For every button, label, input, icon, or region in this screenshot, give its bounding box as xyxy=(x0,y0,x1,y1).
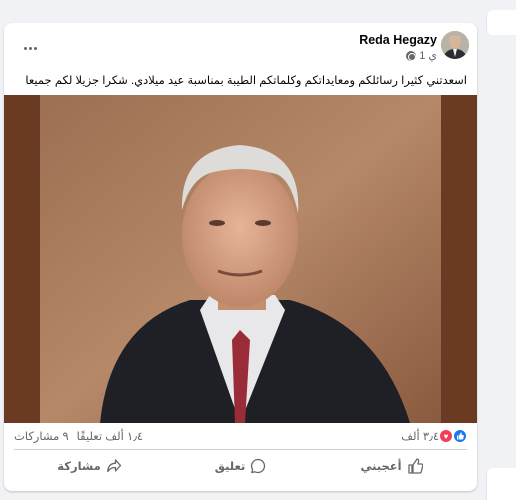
post-actions: أعجبني تعليق مشاركة xyxy=(14,451,467,481)
post-time[interactable]: 1 ي xyxy=(419,49,437,63)
share-button[interactable]: مشاركة xyxy=(14,451,165,481)
like-button[interactable]: أعجبني xyxy=(316,451,467,481)
share-icon xyxy=(106,459,121,473)
post-card: Reda Hegazy 1 ي اسعدتني كثيرا رسائلكم وم… xyxy=(4,23,477,491)
side-card xyxy=(486,468,516,500)
globe-icon xyxy=(406,51,417,61)
thumbs-up-icon xyxy=(453,429,467,443)
post-text: اسعدتني كثيرا رسائلكم ومعايداتكم وكلماتك… xyxy=(25,75,467,87)
post-header: Reda Hegazy 1 ي xyxy=(359,32,437,63)
share-label: مشاركة xyxy=(57,461,101,473)
post-meta: 1 ي xyxy=(359,49,437,63)
author-name[interactable]: Reda Hegazy xyxy=(359,32,437,48)
post-photo[interactable] xyxy=(4,95,477,423)
avatar[interactable] xyxy=(441,31,469,59)
reactions-summary[interactable]: ٣٫٤ ألف ♥ xyxy=(401,429,467,443)
comment-button[interactable]: تعليق xyxy=(165,451,316,481)
heart-icon: ♥ xyxy=(439,429,453,443)
comment-icon xyxy=(251,458,266,474)
like-label: أعجبني xyxy=(360,461,402,473)
more-icon xyxy=(23,46,27,50)
comment-count[interactable]: ١٫٤ ألف تعليقًا xyxy=(77,429,143,443)
side-card xyxy=(486,10,516,35)
post-stats: ٣٫٤ ألف ♥ ١٫٤ ألف تعليقًا ٩ مشاركات xyxy=(14,429,467,445)
divider xyxy=(14,449,467,450)
more-options-button[interactable] xyxy=(18,39,42,57)
engagement-counts: ١٫٤ ألف تعليقًا ٩ مشاركات xyxy=(14,429,143,443)
comment-label: تعليق xyxy=(214,461,246,473)
share-count[interactable]: ٩ مشاركات xyxy=(14,429,69,443)
reaction-count: ٣٫٤ ألف xyxy=(401,431,439,443)
thumbs-up-icon xyxy=(407,458,423,474)
